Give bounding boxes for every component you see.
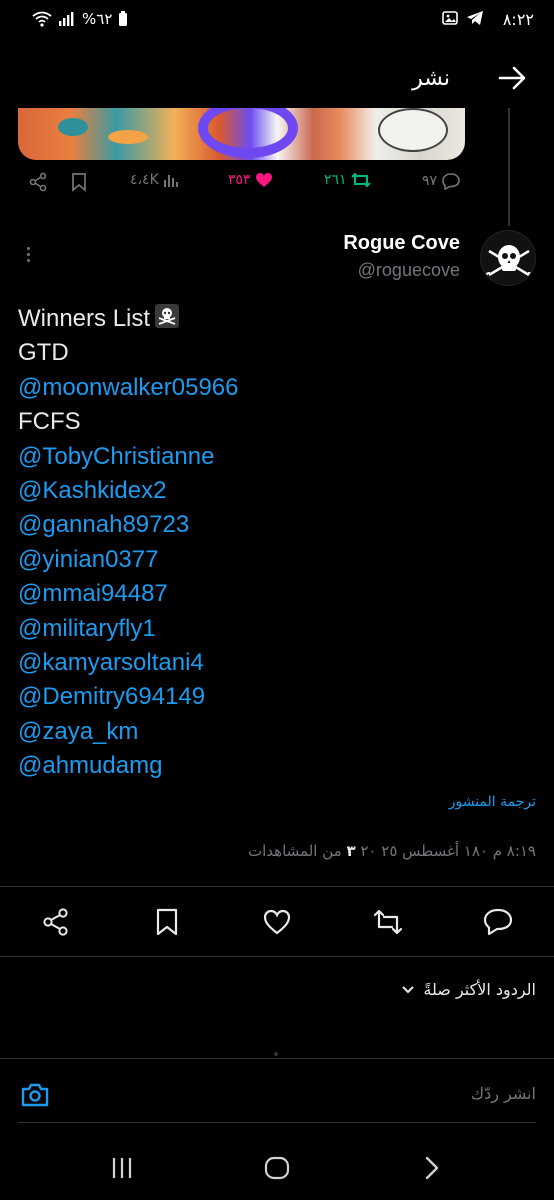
gallery-notification-icon (442, 11, 458, 25)
back-arrow-icon[interactable] (496, 62, 528, 94)
previous-views-count: ٤،٤K (130, 172, 159, 188)
post-actions-bar (0, 900, 554, 944)
mention-link[interactable]: @TobyChristianne (18, 440, 538, 474)
post-timestamp: ٨:١٩ م ١٨٠ أغسطس ٢٥ ٢٠ (360, 842, 536, 860)
bookmark-icon[interactable] (151, 906, 183, 938)
status-bar: ٨:٢٢ %٦٢ (0, 0, 554, 44)
repost-icon[interactable] (372, 906, 404, 938)
mention-link[interactable]: @yinian0377 (18, 543, 538, 577)
camera-icon[interactable] (20, 1080, 50, 1110)
mention-link[interactable]: @ahmudamg (18, 749, 538, 783)
mention-link[interactable]: @Demitry694149 (18, 680, 538, 714)
scroll-indicator (274, 1052, 278, 1056)
divider (0, 956, 554, 957)
status-system-icons: %٦٢ (32, 10, 128, 28)
repost-icon (350, 172, 371, 188)
replies-sort-label: الردود الأكثر صلةً (423, 980, 536, 999)
share-icon (29, 172, 47, 192)
previous-post-image[interactable] (18, 108, 465, 160)
previous-likes-count: ٣٥٣ (228, 172, 251, 188)
previous-views-button[interactable]: ٤،٤K (130, 172, 179, 188)
post-views-count: ٣ (346, 842, 356, 860)
previous-bookmark-button[interactable] (70, 172, 88, 192)
replies-sort-dropdown[interactable]: الردود الأكثر صلةً (401, 980, 536, 999)
bookmark-icon (72, 173, 86, 192)
views-chart-icon (163, 175, 178, 187)
mention-link[interactable]: @kamyarsoltani4 (18, 646, 538, 680)
post-views-label: من المشاهدات (248, 842, 342, 860)
wifi-icon (32, 11, 52, 27)
chevron-down-icon (402, 985, 415, 993)
post-text: Winners List GTD @moonwalker05966 FCFS @… (18, 302, 538, 783)
pirate-flag-icon (155, 304, 180, 328)
previous-reply-button[interactable]: ٩٧ (422, 172, 461, 190)
mention-link[interactable]: @Kashkidex2 (18, 474, 538, 508)
divider (0, 1058, 554, 1059)
post-line: Winners List (18, 302, 538, 336)
recent-apps-icon[interactable] (108, 1154, 136, 1182)
mention-link[interactable]: @moonwalker05966 (18, 371, 538, 405)
system-nav-bar (0, 1134, 554, 1200)
post-line: GTD (18, 339, 69, 367)
previous-share-button[interactable] (28, 172, 48, 192)
post-line-text: Winners List (18, 305, 151, 332)
author-name[interactable]: Rogue Cove (343, 232, 460, 255)
mention-link[interactable]: @militaryfly1 (18, 612, 538, 646)
mention-link[interactable]: @mmai94487 (18, 577, 538, 611)
thread-connector-line (508, 108, 510, 226)
reply-input-placeholder[interactable]: انشر ردّك (471, 1084, 536, 1103)
telegram-notification-icon (467, 11, 483, 25)
heart-icon[interactable] (261, 906, 293, 938)
previous-replies-count: ٩٧ (422, 173, 438, 189)
post-line: FCFS (18, 408, 81, 436)
translate-post-link[interactable]: ترجمة المنشور (449, 794, 536, 810)
battery-icon (119, 11, 128, 26)
mention-link[interactable]: @gannah89723 (18, 508, 538, 542)
heart-filled-icon (255, 173, 272, 187)
top-header: نشر (0, 52, 554, 108)
signal-icon (59, 12, 74, 26)
author-avatar[interactable] (480, 230, 536, 286)
reply-composer[interactable]: انشر ردّك (0, 1060, 554, 1126)
previous-like-button[interactable]: ٣٥٣ (228, 172, 273, 188)
reply-icon[interactable] (482, 906, 514, 938)
page-title: نشر (412, 66, 450, 91)
previous-post-actions: ٤،٤K ٣٥٣ ٢٦١ ٩٧ (18, 172, 464, 202)
battery-percent: %٦٢ (82, 10, 113, 28)
reply-icon (442, 173, 460, 190)
divider (0, 886, 554, 887)
status-notification-icons (442, 10, 484, 26)
composer-underline (18, 1122, 536, 1123)
share-icon[interactable] (40, 906, 72, 938)
mention-link[interactable]: @zaya_km (18, 715, 538, 749)
pirate-skull-logo-icon (485, 245, 533, 278)
home-button-icon[interactable] (263, 1154, 291, 1182)
back-chevron-icon[interactable] (418, 1154, 446, 1182)
more-options-icon[interactable] (22, 244, 34, 266)
post-meta: ٨:١٩ م ١٨٠ أغسطس ٢٥ ٢٠ ٣ من المشاهدات (248, 842, 536, 860)
status-time: ٨:٢٢ (502, 10, 534, 29)
previous-repost-button[interactable]: ٢٦١ (324, 172, 371, 188)
previous-reposts-count: ٢٦١ (324, 172, 347, 188)
author-handle[interactable]: @roguecove (358, 260, 460, 281)
